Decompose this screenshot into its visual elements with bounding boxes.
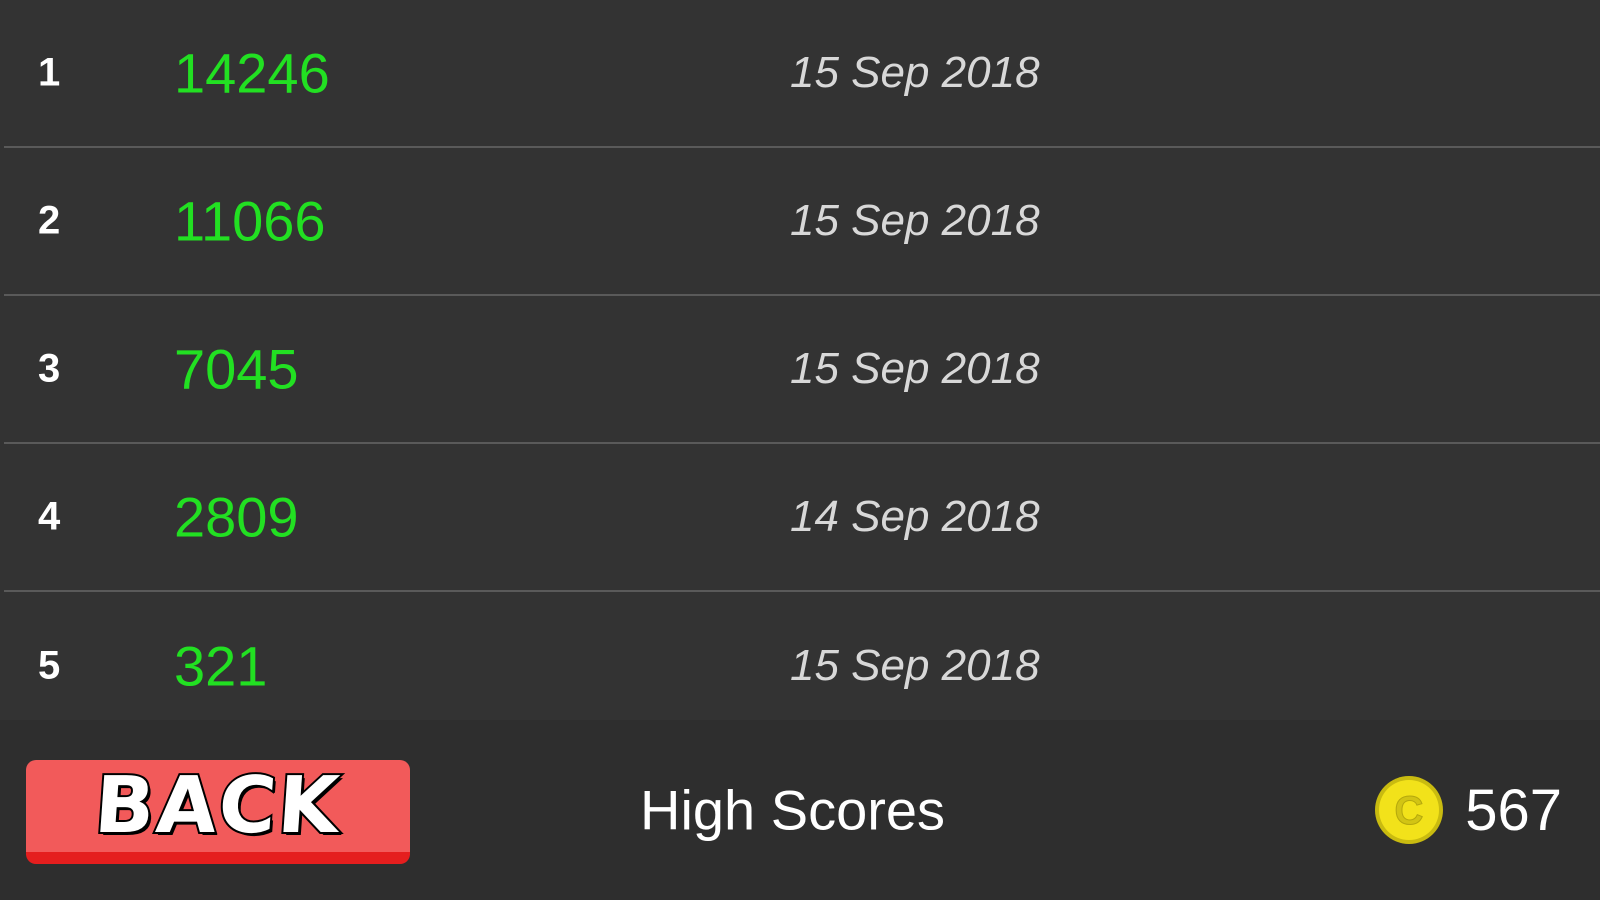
- high-scores-screen: 1 14246 15 Sep 2018 2 11066 15 Sep 2018 …: [0, 0, 1600, 900]
- score-date: 15 Sep 2018: [790, 196, 1040, 245]
- table-row: 4 2809 14 Sep 2018: [4, 444, 1600, 592]
- coin-icon: C: [1375, 776, 1444, 844]
- score-value: 14246: [174, 41, 330, 105]
- rank: 5: [38, 643, 61, 688]
- rank: 3: [38, 346, 61, 391]
- score-value: 7045: [174, 337, 299, 401]
- svg-text:C: C: [1395, 789, 1424, 833]
- score-date: 14 Sep 2018: [790, 492, 1040, 541]
- score-value: 321: [174, 634, 268, 698]
- score-value: 2809: [174, 485, 299, 549]
- scores-list: 1 14246 15 Sep 2018 2 11066 15 Sep 2018 …: [0, 0, 1600, 720]
- coin-balance: C 567: [1373, 774, 1562, 846]
- rank: 1: [38, 50, 61, 95]
- table-row: 5 321 15 Sep 2018: [4, 592, 1600, 720]
- score-value: 11066: [174, 189, 326, 253]
- back-button-label: BACK: [90, 759, 346, 853]
- table-row: 2 11066 15 Sep 2018: [4, 148, 1600, 296]
- rank: 4: [38, 494, 61, 539]
- table-row: 1 14246 15 Sep 2018: [4, 0, 1600, 148]
- score-date: 15 Sep 2018: [790, 344, 1040, 393]
- rank: 2: [38, 198, 61, 243]
- page-title: High Scores: [640, 778, 946, 842]
- coin-count: 567: [1465, 777, 1562, 843]
- score-date: 15 Sep 2018: [790, 48, 1040, 97]
- bottom-bar: BACK High Scores C 567: [0, 720, 1600, 900]
- table-row: 3 7045 15 Sep 2018: [4, 296, 1600, 444]
- back-button[interactable]: BACK: [26, 759, 410, 864]
- score-date: 15 Sep 2018: [790, 641, 1040, 690]
